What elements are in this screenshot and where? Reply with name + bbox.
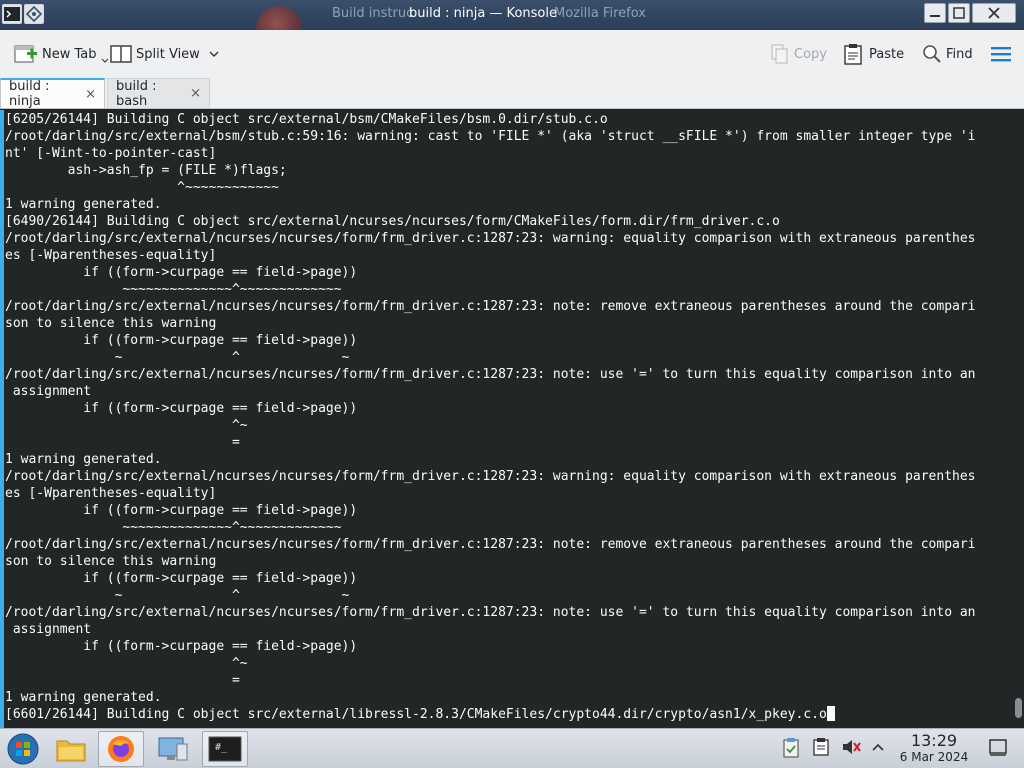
hamburger-menu-button[interactable] <box>990 40 1012 68</box>
terminal-line: if ((form->curpage == field->page)) <box>5 639 358 654</box>
maximize-button[interactable] <box>948 3 970 23</box>
paste-button[interactable]: Paste <box>843 40 904 68</box>
terminal-scrollbar[interactable] <box>1012 110 1024 728</box>
show-desktop-button[interactable] <box>988 737 1008 761</box>
copy-icon <box>771 44 788 64</box>
chevron-up-icon[interactable] <box>870 737 886 761</box>
new-tab-button[interactable]: New Tab <box>14 40 109 68</box>
terminal-line: if ((form->curpage == field->page)) <box>5 571 358 586</box>
start-orb-icon <box>7 733 39 765</box>
firefox-icon <box>108 736 134 762</box>
terminal-line: nt' [-Wint-to-pointer-cast] <box>5 146 217 161</box>
tab-bar: build : ninja × build : bash × <box>0 78 1024 109</box>
terminal-line: = <box>5 673 240 688</box>
terminal-line: /root/darling/src/external/bsm/stub.c:59… <box>5 129 976 144</box>
close-tab-icon[interactable]: × <box>85 87 96 102</box>
terminal-line: if ((form->curpage == field->page)) <box>5 333 358 348</box>
terminal-line: 1 warning generated. <box>5 197 162 212</box>
terminal-line: es [-Wparentheses-equality] <box>5 486 217 501</box>
taskbar: #_ 13:29 6 Mar 2024 <box>0 728 1024 768</box>
terminal-cursor <box>826 706 835 721</box>
file-manager-taskbar-button[interactable] <box>48 731 94 767</box>
terminal-line: /root/darling/src/external/ncurses/ncurs… <box>5 367 976 382</box>
terminal-line: 1 warning generated. <box>5 452 162 467</box>
copy-button[interactable]: Copy <box>770 40 827 68</box>
terminal-line: ash->ash_fp = (FILE *)flags; <box>5 163 287 178</box>
split-view-icon <box>110 45 132 63</box>
terminal-line: es [-Wparentheses-equality] <box>5 248 217 263</box>
terminal-line: [6601/26144] Building C object src/exter… <box>5 706 1001 723</box>
terminal-line: assignment <box>5 622 92 637</box>
close-tab-icon[interactable]: × <box>190 86 201 101</box>
firefox-taskbar-button[interactable] <box>98 731 144 767</box>
search-icon <box>923 45 941 63</box>
terminal-line: ~~~~~~~~~~~~~~^~~~~~~~~~~~~~ <box>5 282 342 297</box>
terminal-line: /root/darling/src/external/ncurses/ncurs… <box>5 605 976 620</box>
split-view-label: Split View <box>136 46 200 62</box>
terminal-line: = <box>5 435 240 450</box>
paste-icon <box>844 44 862 65</box>
terminal-line: ~~~~~~~~~~~~~~^~~~~~~~~~~~~~ <box>5 520 342 535</box>
find-button[interactable]: Find <box>922 40 973 68</box>
window-titlebar[interactable]: Build instruc Mozilla Firefox build : ni… <box>0 0 1024 30</box>
terminal-line: 1 warning generated. <box>5 690 162 705</box>
find-label: Find <box>946 46 973 62</box>
terminal-line: if ((form->curpage == field->page)) <box>5 401 358 416</box>
chevron-down-icon <box>101 58 108 63</box>
konsole-taskbar-button[interactable]: #_ <box>202 731 248 767</box>
copy-label: Copy <box>794 46 827 62</box>
notes-tray-icon[interactable] <box>812 737 830 761</box>
tab-build-ninja[interactable]: build : ninja × <box>0 78 105 109</box>
terminal-line: if ((form->curpage == field->page)) <box>5 503 358 518</box>
folder-icon <box>56 740 86 762</box>
tab-label: build : bash <box>116 78 157 109</box>
terminal-line: /root/darling/src/external/ncurses/ncurs… <box>5 299 976 314</box>
computer-icon <box>158 737 188 761</box>
minimize-button[interactable] <box>924 3 946 23</box>
tab-build-bash[interactable]: build : bash × <box>107 78 210 109</box>
paste-label: Paste <box>869 46 905 62</box>
hamburger-menu-icon <box>991 47 1011 62</box>
terminal-line: /root/darling/src/external/ncurses/ncurs… <box>5 537 976 552</box>
terminal-line: /root/darling/src/external/ncurses/ncurs… <box>5 231 976 246</box>
clock-date: 6 Mar 2024 <box>899 750 969 764</box>
volume-muted-icon[interactable] <box>840 737 862 761</box>
close-window-button[interactable] <box>972 3 1016 23</box>
terminal-line: assignment <box>5 384 92 399</box>
terminal-lines: [6205/26144] Building C object src/exter… <box>5 111 1001 723</box>
terminal-output[interactable]: [6205/26144] Building C object src/exter… <box>0 110 1024 728</box>
terminal-line: ^~ <box>5 418 248 433</box>
terminal-line: [6490/26144] Building C object src/exter… <box>5 214 780 229</box>
terminal-line: ^~ <box>5 656 248 671</box>
terminal-line: ^~~~~~~~~~~~~ <box>5 180 279 195</box>
new-tab-label: New Tab <box>42 46 97 62</box>
network-manager-taskbar-button[interactable] <box>150 731 196 767</box>
new-tab-icon <box>14 45 37 63</box>
terminal-line: if ((form->curpage == field->page)) <box>5 265 358 280</box>
clock-time: 13:29 <box>910 731 958 750</box>
terminal-line: [6205/26144] Building C object src/exter… <box>5 112 608 127</box>
tab-label: build : ninja <box>9 79 50 109</box>
clipboard-tray-icon[interactable] <box>782 737 800 763</box>
terminal-line: ~ ^ ~ <box>5 588 350 603</box>
terminal-line: ~ ^ ~ <box>5 350 350 365</box>
split-view-button[interactable]: Split View <box>110 40 220 68</box>
scrollbar-thumb[interactable] <box>1015 698 1022 718</box>
konsole-toolbar: New Tab Split View Copy Paste Find <box>0 30 1024 78</box>
window-title: build : ninja — Konsole <box>409 6 557 21</box>
terminal-icon-text: #_ <box>215 742 228 753</box>
chevron-down-icon <box>209 51 219 57</box>
terminal-line: /root/darling/src/external/ncurses/ncurs… <box>5 469 976 484</box>
terminal-line: son to silence this warning <box>5 316 217 331</box>
clock[interactable]: 13:29 6 Mar 2024 <box>890 732 978 765</box>
terminal-line: son to silence this warning <box>5 554 217 569</box>
start-menu-button[interactable] <box>0 731 46 767</box>
